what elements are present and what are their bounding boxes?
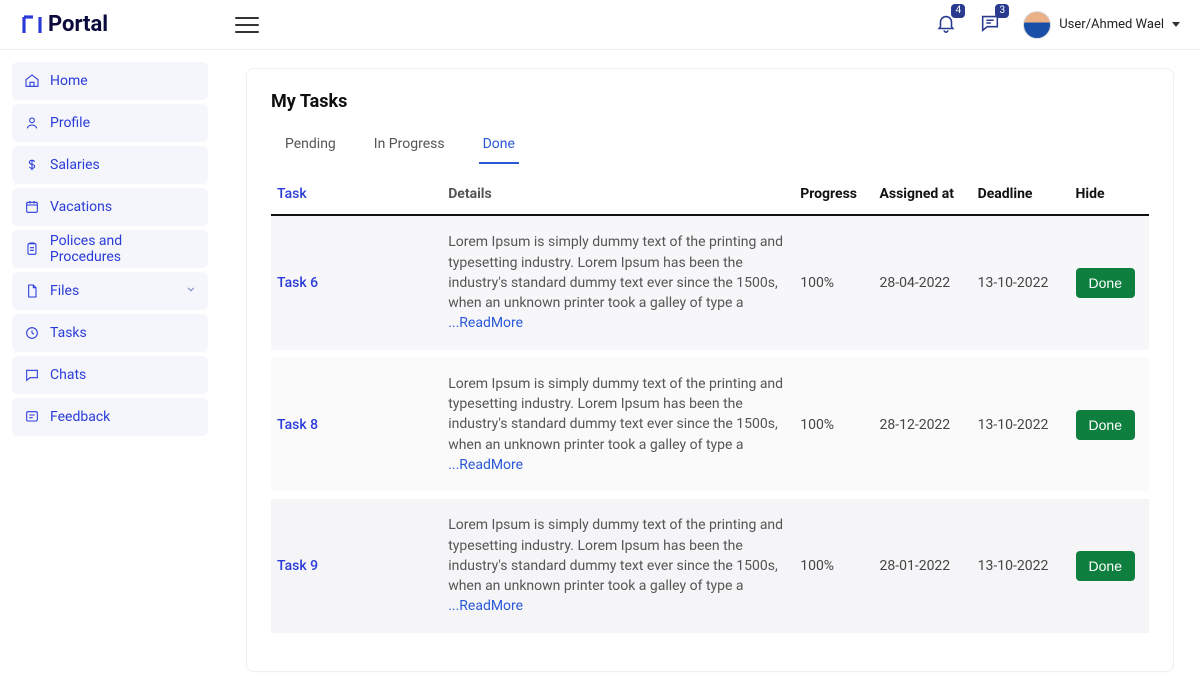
messages-button[interactable]: 3 (979, 12, 1001, 38)
sidebar-item-chats[interactable]: Chats (12, 356, 208, 394)
home-icon (24, 73, 40, 89)
logo[interactable]: Portal (20, 12, 235, 37)
sidebar-item-label: Files (50, 283, 79, 299)
task-hide-cell: Done (1070, 495, 1149, 636)
task-hide-cell: Done (1070, 354, 1149, 495)
task-progress: 100% (794, 215, 873, 353)
user-label: User/Ahmed Wael (1059, 17, 1164, 32)
task-assigned-at: 28-12-2022 (873, 354, 971, 495)
task-deadline: 13-10-2022 (972, 354, 1070, 495)
task-progress: 100% (794, 495, 873, 636)
task-hide-cell: Done (1070, 215, 1149, 353)
task-name[interactable]: Task 6 (271, 215, 442, 353)
sidebar-item-label: Salaries (50, 157, 100, 173)
task-name[interactable]: Task 9 (271, 495, 442, 636)
column-details: Details (442, 174, 794, 215)
sidebar-item-label: Feedback (50, 409, 110, 425)
notifications-button[interactable]: 4 (935, 12, 957, 38)
main: My Tasks Pending In Progress Done TaskDeta… (220, 50, 1200, 690)
file-icon (24, 283, 40, 299)
column-assigned-at: Assigned at (873, 174, 971, 215)
done-button[interactable]: Done (1076, 551, 1135, 581)
tabs: Pending In Progress Done (271, 130, 1149, 164)
sidebar-item-label: Home (50, 73, 88, 89)
calendar-icon (24, 199, 40, 215)
sidebar-item-files[interactable]: Files (12, 272, 208, 310)
task-details: Lorem Ipsum is simply dummy text of the … (442, 354, 794, 495)
sidebar-item-label: Profile (50, 115, 90, 131)
readmore-link[interactable]: ...ReadMore (448, 457, 523, 473)
column-progress: Progress (794, 174, 873, 215)
column-task: Task (271, 174, 442, 215)
task-assigned-at: 28-04-2022 (873, 215, 971, 353)
tab-done[interactable]: Done (479, 130, 519, 164)
user-icon (24, 115, 40, 131)
feedback-icon (24, 409, 40, 425)
messages-badge: 3 (995, 4, 1009, 18)
sidebar-item-label: Chats (50, 367, 86, 383)
tasks-card: My Tasks Pending In Progress Done TaskDeta… (246, 68, 1174, 672)
chevron-down-icon (1172, 22, 1180, 27)
sidebar-item-polices-and-procedures[interactable]: Polices and Procedures (12, 230, 208, 268)
column-hide: Hide (1070, 174, 1149, 215)
task-assigned-at: 28-01-2022 (873, 495, 971, 636)
sidebar-item-vacations[interactable]: Vacations (12, 188, 208, 226)
sidebar-item-label: Polices and Procedures (50, 233, 196, 265)
column-deadline: Deadline (972, 174, 1070, 215)
task-details: Lorem Ipsum is simply dummy text of the … (442, 215, 794, 353)
chat-icon (24, 367, 40, 383)
clipboard-icon (24, 241, 40, 257)
notifications-badge: 4 (951, 4, 965, 18)
clock-icon (24, 325, 40, 341)
sidebar-item-profile[interactable]: Profile (12, 104, 208, 142)
readmore-link[interactable]: ...ReadMore (448, 598, 523, 614)
header-actions: 4 3 User/Ahmed Wael (935, 11, 1180, 39)
readmore-link[interactable]: ...ReadMore (448, 315, 523, 331)
task-deadline: 13-10-2022 (972, 495, 1070, 636)
app-name: Portal (48, 12, 108, 37)
task-deadline: 13-10-2022 (972, 215, 1070, 353)
table-row: Task 8Lorem Ipsum is simply dummy text o… (271, 354, 1149, 495)
tab-in-progress[interactable]: In Progress (370, 130, 449, 164)
table-row: Task 9Lorem Ipsum is simply dummy text o… (271, 495, 1149, 636)
menu-toggle-button[interactable] (235, 17, 259, 33)
table-row: Task 6Lorem Ipsum is simply dummy text o… (271, 215, 1149, 353)
sidebar-item-salaries[interactable]: Salaries (12, 146, 208, 184)
done-button[interactable]: Done (1076, 410, 1135, 440)
sidebar-item-label: Vacations (50, 199, 112, 215)
header: Portal 4 3 User/Ahmed Wael (0, 0, 1200, 50)
sidebar-item-feedback[interactable]: Feedback (12, 398, 208, 436)
task-name[interactable]: Task 8 (271, 354, 442, 495)
tasks-table: TaskDetailsProgressAssigned atDeadlineHi… (271, 174, 1149, 641)
logo-icon (20, 13, 44, 37)
task-details: Lorem Ipsum is simply dummy text of the … (442, 495, 794, 636)
dollar-icon (24, 157, 40, 173)
done-button[interactable]: Done (1076, 268, 1135, 298)
page-title: My Tasks (271, 91, 1149, 112)
chevron-down-icon (184, 282, 198, 300)
user-menu[interactable]: User/Ahmed Wael (1023, 11, 1180, 39)
sidebar-item-tasks[interactable]: Tasks (12, 314, 208, 352)
task-progress: 100% (794, 354, 873, 495)
sidebar-item-label: Tasks (50, 325, 87, 341)
sidebar-item-home[interactable]: Home (12, 62, 208, 100)
sidebar: Home Profile Salaries Vacations Polices and … (0, 50, 220, 690)
tab-pending[interactable]: Pending (281, 130, 340, 164)
avatar (1023, 11, 1051, 39)
